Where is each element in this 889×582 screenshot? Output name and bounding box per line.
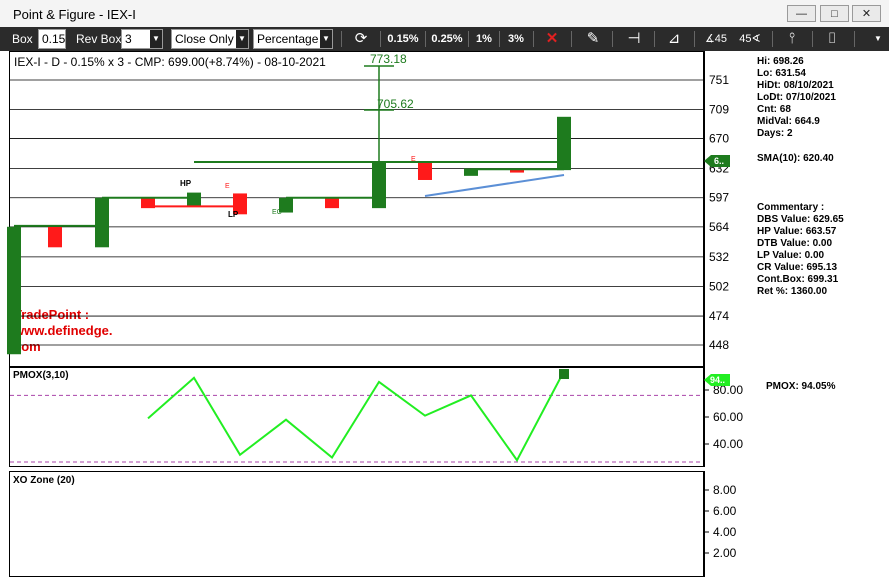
commentary-dbs: DBS Value: 629.65 — [757, 214, 844, 225]
pattern-label-hp: HP — [180, 179, 192, 188]
sma-line — [424, 174, 565, 197]
pattern-label-ec: EC — [272, 209, 282, 216]
y-tick-label: 597 — [709, 191, 729, 205]
stat-hi: Hi: 698.26 — [757, 56, 804, 67]
pattern-label-e2: E — [411, 156, 416, 163]
up-column-box — [7, 226, 21, 352]
price-tag-label: 6.. — [714, 156, 724, 166]
y-tick-label: 448 — [709, 338, 729, 352]
y-tick-label: 670 — [709, 132, 729, 146]
down-column-box — [325, 197, 339, 209]
pmox-y-tick-label: 60.00 — [713, 410, 743, 424]
pattern-label-e: E — [225, 183, 230, 190]
commentary-contbox: Cont.Box: 699.31 — [757, 274, 839, 285]
stat-midval: MidVal: 664.9 — [757, 116, 820, 127]
stats-block: Hi: 698.26 Lo: 631.54 HiDt: 08/10/2021 L… — [757, 56, 836, 140]
chart-canvas: 751709670632597564532502474448773.18705.… — [7, 52, 743, 560]
y-tick-label: 502 — [709, 280, 729, 294]
up-column-box — [187, 192, 201, 207]
stat-cnt: Cnt: 68 — [757, 104, 791, 115]
xozone-y-tick-label: 4.00 — [713, 525, 737, 539]
up-column-box — [372, 162, 386, 209]
stat-lodt: LoDt: 07/10/2021 — [757, 92, 836, 103]
y-tick-label: 709 — [709, 103, 729, 117]
target-label-1: 773.18 — [370, 52, 407, 66]
pmox-y-tick-label: 40.00 — [713, 437, 743, 451]
xozone-y-tick-label: 6.00 — [713, 504, 737, 518]
pmox-last-marker — [559, 369, 569, 379]
xozone-y-tick-label: 2.00 — [713, 546, 737, 560]
stat-lo: Lo: 631.54 — [757, 68, 806, 79]
y-tick-label: 532 — [709, 250, 729, 264]
xozone-y-tick-label: 8.00 — [713, 483, 737, 497]
pmox-tag-label: 94.. — [710, 375, 725, 385]
down-column-box — [418, 162, 432, 180]
commentary-block: Commentary : DBS Value: 629.65 HP Value:… — [757, 202, 844, 298]
stat-hidt: HiDt: 08/10/2021 — [757, 80, 834, 91]
target-label-2: 705.62 — [377, 97, 414, 111]
pattern-label-lp: LP — [228, 210, 239, 219]
pmox-value-text: PMOX: 94.05% — [766, 381, 836, 392]
commentary-title: Commentary : — [757, 202, 825, 213]
stat-days: Days: 2 — [757, 128, 793, 139]
y-tick-label: 564 — [709, 220, 729, 234]
commentary-dtb: DTB Value: 0.00 — [757, 238, 833, 249]
y-tick-label: 474 — [709, 309, 729, 323]
y-tick-label: 751 — [709, 73, 729, 87]
pmox-line — [147, 370, 565, 463]
commentary-lp: LP Value: 0.00 — [757, 250, 825, 261]
commentary-cr: CR Value: 695.13 — [757, 262, 838, 273]
commentary-hp: HP Value: 663.57 — [757, 226, 837, 237]
stat-sma: SMA(10): 620.40 — [757, 153, 834, 164]
down-column-box — [48, 226, 62, 248]
commentary-ret: Ret %: 1360.00 — [757, 286, 828, 297]
up-column-box — [95, 197, 109, 248]
